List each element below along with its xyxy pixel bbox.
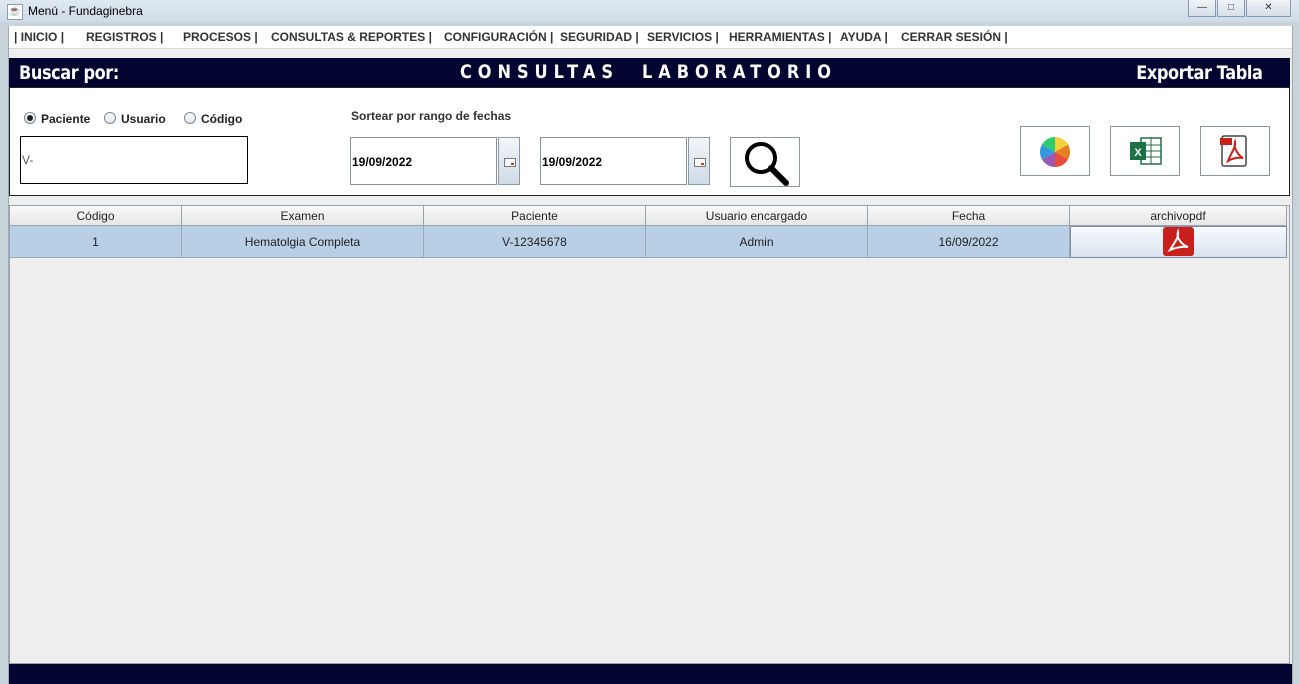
radio-checked-icon xyxy=(24,112,36,124)
table-header: Código Examen Paciente Usuario encargado… xyxy=(10,206,1287,226)
menu-inicio[interactable]: | INICIO | xyxy=(14,30,64,44)
cell-fecha[interactable]: 16/09/2022 xyxy=(868,226,1070,258)
maximize-button[interactable]: □ xyxy=(1217,0,1245,17)
menu-cerrar-sesion[interactable]: CERRAR SESIÓN | xyxy=(901,30,1008,44)
pdf-icon xyxy=(1220,135,1247,167)
search-panel: Paciente Usuario Código V- Sortear por r… xyxy=(9,87,1290,196)
cell-usuario[interactable]: Admin xyxy=(646,226,868,258)
column-header-codigo[interactable]: Código xyxy=(10,206,182,226)
export-chart-button[interactable] xyxy=(1020,126,1090,176)
window-client-area: | INICIO | REGISTROS | PROCESOS | CONSUL… xyxy=(8,26,1293,684)
radio-codigo-label: Código xyxy=(201,112,243,126)
radio-unchecked-icon xyxy=(184,112,196,124)
export-pdf-button[interactable] xyxy=(1200,126,1270,176)
column-header-paciente[interactable]: Paciente xyxy=(424,206,646,226)
page-title-laboratorio: LABORATORIO xyxy=(642,61,837,83)
menu-seguridad[interactable]: SEGURIDAD | xyxy=(560,30,639,44)
menu-herramientas[interactable]: HERRAMIENTAS | xyxy=(729,30,831,44)
radio-paciente-label: Paciente xyxy=(41,112,91,126)
menu-registros[interactable]: REGISTROS | xyxy=(86,30,163,44)
date-range-label: Sortear por rango de fechas xyxy=(351,109,512,123)
excel-icon: X xyxy=(1130,137,1162,165)
java-app-icon: ☕ xyxy=(7,4,23,20)
table-row[interactable]: 1 Hematolgia Completa V-12345678 Admin 1… xyxy=(10,226,1287,258)
date-from-field[interactable]: 19/09/2022 xyxy=(350,137,497,185)
column-header-examen[interactable]: Examen xyxy=(182,206,424,226)
export-table-label: Exportar Tabla xyxy=(1135,62,1263,84)
radio-unchecked-icon xyxy=(104,112,116,124)
column-header-archivopdf[interactable]: archivopdf xyxy=(1070,206,1287,226)
close-button[interactable]: ✕ xyxy=(1246,0,1291,17)
menu-servicios[interactable]: SERVICIOS | xyxy=(647,30,719,44)
radio-codigo[interactable]: Código xyxy=(184,112,242,126)
magnifier-icon xyxy=(745,142,789,186)
section-header: Buscar por: CONSULTAS LABORATORIO Export… xyxy=(9,58,1290,87)
minimize-button[interactable]: — xyxy=(1188,0,1216,17)
radio-usuario[interactable]: Usuario xyxy=(104,112,166,126)
column-header-fecha[interactable]: Fecha xyxy=(868,206,1070,226)
pie-chart-icon xyxy=(1039,137,1071,167)
open-pdf-button[interactable] xyxy=(1070,226,1287,258)
window-controls: — □ ✕ xyxy=(1188,0,1291,17)
svg-text:X: X xyxy=(1134,147,1142,159)
radio-paciente[interactable]: Paciente xyxy=(24,112,90,126)
cell-examen[interactable]: Hematolgia Completa xyxy=(182,226,424,258)
menu-consultas-reportes[interactable]: CONSULTAS & REPORTES | xyxy=(271,30,432,44)
date-to-field[interactable]: 19/09/2022 xyxy=(540,137,687,185)
page-title-consultas: CONSULTAS xyxy=(460,61,619,83)
search-input[interactable]: V- xyxy=(20,136,248,184)
export-excel-button[interactable]: X xyxy=(1110,126,1180,176)
menu-bar: | INICIO | REGISTROS | PROCESOS | CONSUL… xyxy=(9,26,1292,49)
window-title: Menú - Fundaginebra xyxy=(28,4,143,18)
results-table[interactable]: Código Examen Paciente Usuario encargado… xyxy=(9,205,1290,664)
menu-ayuda[interactable]: AYUDA | xyxy=(840,30,888,44)
cell-codigo[interactable]: 1 xyxy=(10,226,182,258)
search-by-label: Buscar por: xyxy=(19,62,119,84)
cell-paciente[interactable]: V-12345678 xyxy=(424,226,646,258)
radio-usuario-label: Usuario xyxy=(121,112,166,126)
date-to-calendar-button[interactable] xyxy=(688,137,710,185)
date-from-calendar-button[interactable] xyxy=(498,137,520,185)
menu-configuracion[interactable]: CONFIGURACIÓN | xyxy=(444,30,553,44)
column-header-usuario[interactable]: Usuario encargado xyxy=(646,206,868,226)
menu-procesos[interactable]: PROCESOS | xyxy=(183,30,258,44)
pdf-icon xyxy=(1163,227,1194,256)
footer-bar xyxy=(9,664,1292,684)
calendar-icon xyxy=(694,158,706,167)
calendar-icon xyxy=(504,158,516,167)
window-titlebar: ☕ Menú - Fundaginebra — □ ✕ xyxy=(0,0,1299,22)
search-button[interactable] xyxy=(730,137,800,187)
